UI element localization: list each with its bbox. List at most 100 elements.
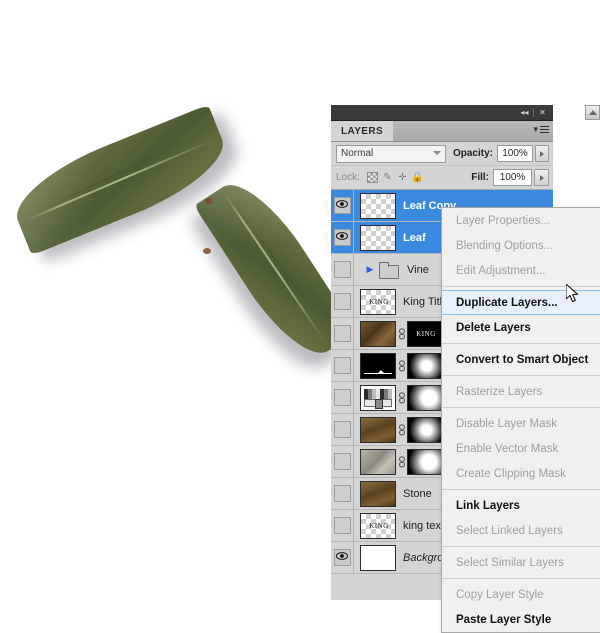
layer-visibility-toggle[interactable] [331, 286, 354, 317]
menu-item[interactable]: Link Layers [442, 493, 600, 518]
menu-item: Edit Adjustment... [456, 264, 546, 277]
eye-icon [336, 552, 348, 563]
opacity-input[interactable]: 100% [497, 145, 534, 162]
close-icon[interactable]: ✕ [534, 106, 551, 119]
eye-off-icon [333, 293, 351, 310]
mask-thumbnail-text: KING [416, 329, 436, 338]
layer-thumbnails [354, 224, 396, 251]
eye-icon [333, 229, 351, 246]
layer-thumbnail[interactable]: KING [360, 288, 396, 315]
layer-visibility-toggle[interactable] [331, 222, 354, 253]
menu-item[interactable]: Convert to Smart Object [442, 347, 600, 372]
thumbnail-text: KING [369, 521, 389, 530]
chevron-right-icon[interactable]: ▶ [364, 264, 376, 275]
leaf-vein [194, 169, 331, 370]
menu-separator [442, 343, 600, 344]
layer-visibility-toggle[interactable] [331, 254, 354, 285]
lock-position-icon[interactable]: ✛ [395, 170, 410, 185]
layer-visibility-toggle[interactable] [331, 318, 354, 349]
layer-visibility-toggle[interactable] [331, 190, 354, 221]
layer-thumbnail[interactable] [360, 448, 396, 475]
blend-mode-value: Normal [341, 148, 374, 159]
layer-thumbnails [354, 448, 443, 475]
panel-menu-icon[interactable]: ▾ [533, 124, 549, 135]
scroll-up-button[interactable] [585, 105, 600, 120]
mask-link-icon[interactable] [396, 455, 407, 468]
layer-thumbnail[interactable] [360, 224, 396, 251]
lock-image-pixels-icon[interactable]: ✎ [380, 170, 395, 185]
panel-scrollbar[interactable] [585, 105, 600, 135]
menu-item[interactable]: Paste Layer Style [442, 607, 600, 632]
layer-visibility-toggle[interactable] [331, 414, 354, 445]
layer-thumbnails [354, 384, 443, 411]
mask-link-icon[interactable] [396, 359, 407, 372]
layer-thumbnails: KING [354, 288, 396, 315]
menu-separator [442, 407, 600, 408]
mouse-cursor [566, 284, 579, 303]
layer-visibility-toggle[interactable] [331, 478, 354, 509]
layer-thumbnail[interactable] [360, 352, 396, 379]
eye-off-icon [333, 485, 351, 502]
panel-titlebar: ◂◂ ✕ [331, 105, 553, 121]
opacity-label: Opacity: [452, 148, 493, 159]
mask-link-icon[interactable] [396, 391, 407, 404]
layer-mask-thumbnail[interactable] [407, 416, 443, 443]
menu-item[interactable]: Delete Layers [442, 315, 600, 340]
eye-icon [333, 549, 351, 566]
eye-off-icon [333, 453, 351, 470]
lock-row: Lock: ✎ ✛ 🔒 Fill: 100% [331, 166, 553, 190]
layer-visibility-toggle[interactable] [331, 446, 354, 477]
menu-item: Disable Layer Mask [456, 417, 557, 430]
mask-link-icon[interactable] [396, 327, 407, 340]
bay-leaf-upper [4, 104, 236, 256]
opacity-stepper[interactable] [535, 145, 550, 162]
collapse-icon[interactable]: ◂◂ [516, 106, 533, 119]
layer-thumbnail[interactable] [360, 320, 396, 347]
folder-icon [378, 261, 400, 279]
menu-item: Copy Layer Style [456, 588, 544, 601]
layer-mask-thumbnail[interactable] [407, 448, 443, 475]
layer-visibility-toggle[interactable] [331, 350, 354, 381]
leaf-stem-tip [203, 248, 211, 254]
layer-thumbnail[interactable] [360, 480, 396, 507]
leaf-vein [4, 104, 236, 255]
blend-mode-row: Normal Opacity: 100% [331, 142, 553, 166]
layer-visibility-toggle[interactable] [331, 382, 354, 413]
layer-thumbnails: KING [354, 512, 396, 539]
layer-context-menu[interactable]: Layer Properties... Blending Options... Ed… [441, 207, 600, 633]
eye-icon [336, 232, 348, 243]
layer-thumbnails: KING [354, 320, 443, 347]
menu-item: Enable Vector Mask [456, 442, 559, 455]
chevron-down-icon: ▾ [533, 124, 538, 134]
blend-mode-select[interactable]: Normal [336, 144, 446, 163]
layer-thumbnail[interactable]: KING [360, 512, 396, 539]
layer-name[interactable]: Leaf [403, 232, 426, 244]
image-canvas[interactable] [0, 0, 331, 600]
layer-mask-thumbnail[interactable]: KING [407, 320, 443, 347]
tab-layers[interactable]: LAYERS [331, 121, 394, 141]
eye-icon [333, 197, 351, 214]
lock-transparent-pixels-icon[interactable] [365, 170, 380, 185]
eye-off-icon [333, 261, 351, 278]
layer-mask-thumbnail[interactable] [407, 384, 443, 411]
layer-visibility-toggle[interactable] [331, 510, 354, 541]
fill-input[interactable]: 100% [493, 169, 532, 186]
mask-link-icon[interactable] [396, 423, 407, 436]
layer-thumbnail[interactable] [360, 192, 396, 219]
fill-stepper[interactable] [534, 169, 549, 186]
layer-name[interactable]: Stone [403, 488, 432, 500]
layer-thumbnail[interactable] [360, 416, 396, 443]
layer-thumbnail[interactable] [360, 384, 396, 411]
eye-off-icon [333, 389, 351, 406]
eye-off-icon [333, 517, 351, 534]
layer-thumbnail[interactable] [360, 544, 396, 571]
layer-mask-thumbnail[interactable] [407, 352, 443, 379]
layer-name[interactable]: Vine [407, 264, 429, 276]
screenshot-root: ◂◂ ✕ LAYERS ▾ Normal Opacity: 100% Lock: [0, 0, 600, 633]
lock-all-icon[interactable]: 🔒 [410, 170, 425, 185]
layer-thumbnails [354, 544, 396, 571]
panel-tab-row: LAYERS ▾ [331, 121, 553, 142]
menu-separator [442, 546, 600, 547]
layer-visibility-toggle[interactable] [331, 542, 354, 573]
thumbnail-text: KING [369, 297, 389, 306]
